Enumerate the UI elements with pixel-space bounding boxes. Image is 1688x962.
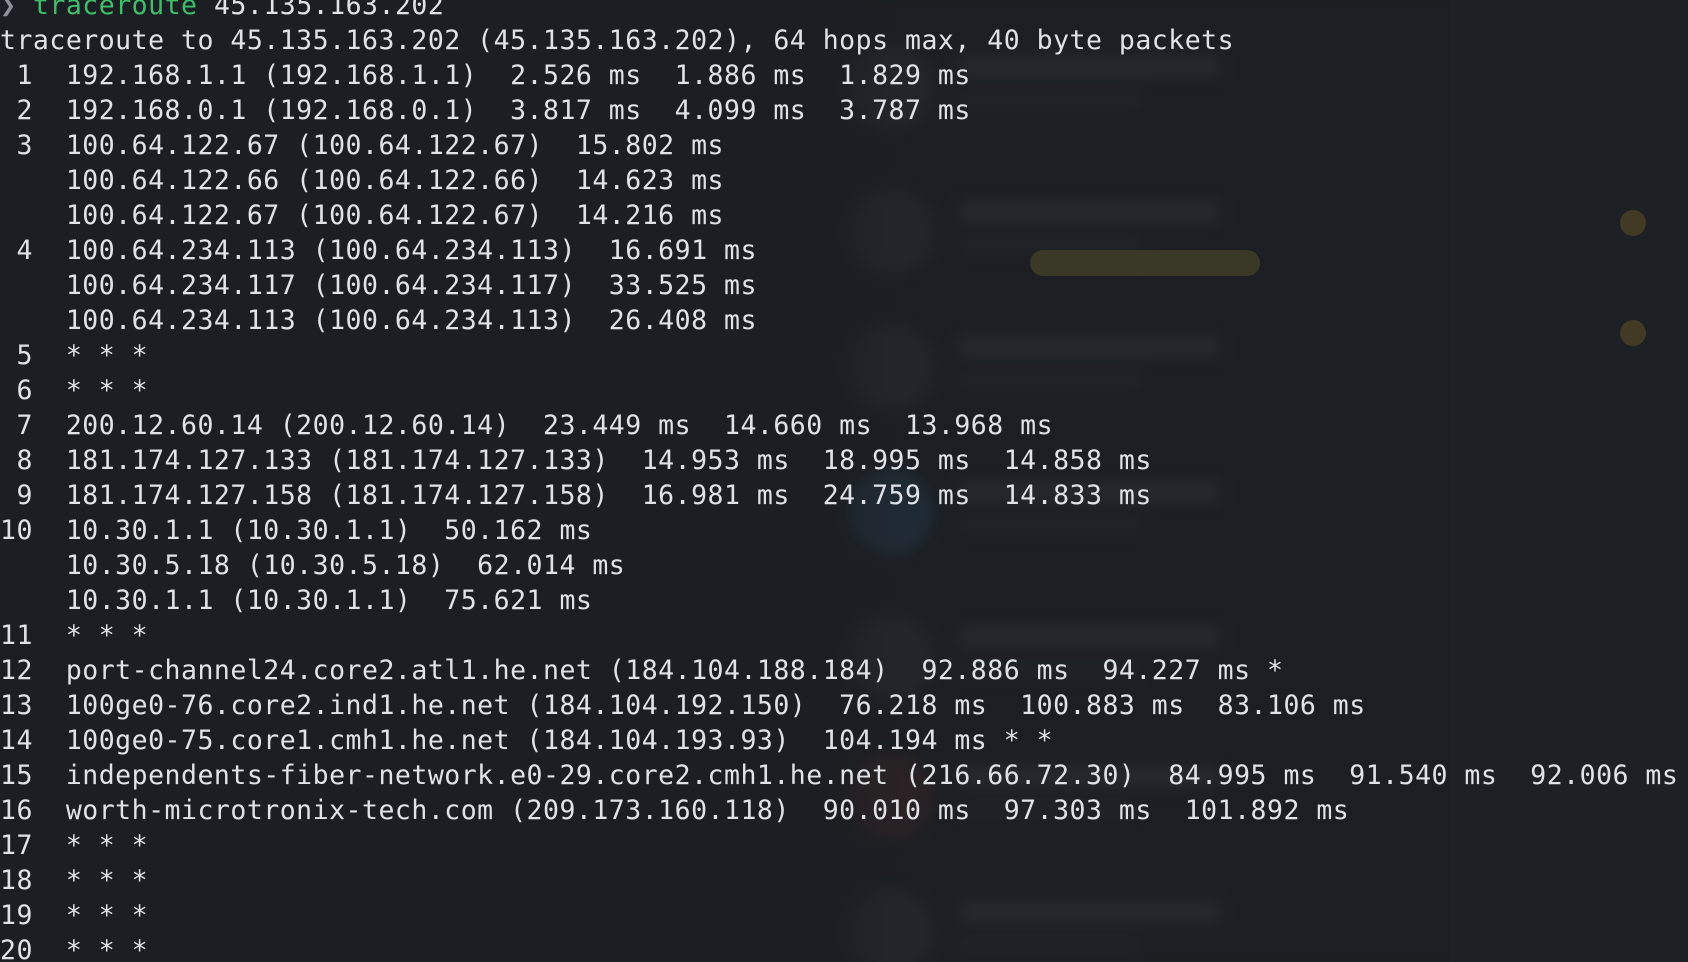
prompt-symbol: ❯ [0, 0, 17, 21]
traceroute-hop-line: 20 * * * [0, 935, 149, 962]
traceroute-hop-line: 17 * * * [0, 830, 149, 861]
traceroute-hop-line: 13 100ge0-76.core2.ind1.he.net (184.104.… [0, 690, 1366, 721]
traceroute-header-line: traceroute to 45.135.163.202 (45.135.163… [0, 25, 1235, 56]
traceroute-hop-line: 16 worth-microtronix-tech.com (209.173.1… [0, 795, 1350, 826]
traceroute-hop-line: 10 10.30.1.1 (10.30.1.1) 50.162 ms [0, 515, 593, 546]
traceroute-hop-line: 10.30.5.18 (10.30.5.18) 62.014 ms [0, 550, 626, 581]
traceroute-hop-line: 11 * * * [0, 620, 149, 651]
traceroute-hop-line: 14 100ge0-75.core1.cmh1.he.net (184.104.… [0, 725, 1054, 756]
traceroute-hop-line: 12 port-channel24.core2.atl1.he.net (184… [0, 655, 1284, 686]
traceroute-hop-line: 15 independents-fiber-network.e0-29.core… [0, 760, 1679, 791]
traceroute-hop-line: 4 100.64.234.113 (100.64.234.113) 16.691… [0, 235, 757, 266]
traceroute-hop-line: 10.30.1.1 (10.30.1.1) 75.621 ms [0, 585, 593, 616]
traceroute-hop-line: 100.64.234.113 (100.64.234.113) 26.408 m… [0, 305, 757, 336]
command-argument: 45.135.163.202 [213, 0, 445, 21]
traceroute-hop-line: 5 * * * [0, 340, 149, 371]
terminal-output: ❯ traceroute 45.135.163.202 traceroute to… [0, 0, 1678, 962]
command-name: traceroute [32, 0, 198, 21]
traceroute-hop-line: 19 * * * [0, 900, 149, 931]
traceroute-hop-line: 8 181.174.127.133 (181.174.127.133) 14.9… [0, 445, 1152, 476]
traceroute-hop-line: 18 * * * [0, 865, 149, 896]
traceroute-hop-line: 100.64.122.67 (100.64.122.67) 14.216 ms [0, 200, 724, 231]
prompt-line: ❯ traceroute 45.135.163.202 [0, 0, 1678, 23]
traceroute-hop-line: 100.64.234.117 (100.64.234.117) 33.525 m… [0, 270, 757, 301]
traceroute-hop-line: 100.64.122.66 (100.64.122.66) 14.623 ms [0, 165, 724, 196]
traceroute-hop-line: 1 192.168.1.1 (192.168.1.1) 2.526 ms 1.8… [0, 60, 971, 91]
traceroute-hop-line: 2 192.168.0.1 (192.168.0.1) 3.817 ms 4.0… [0, 95, 971, 126]
traceroute-output: traceroute to 45.135.163.202 (45.135.163… [0, 23, 1678, 962]
terminal-window[interactable]: ❯ traceroute 45.135.163.202 traceroute to… [0, 0, 1688, 962]
traceroute-hop-line: 9 181.174.127.158 (181.174.127.158) 16.9… [0, 480, 1152, 511]
screen: ❯ traceroute 45.135.163.202 traceroute to… [0, 0, 1688, 962]
traceroute-hop-line: 7 200.12.60.14 (200.12.60.14) 23.449 ms … [0, 410, 1054, 441]
traceroute-hop-line: 3 100.64.122.67 (100.64.122.67) 15.802 m… [0, 130, 724, 161]
traceroute-hop-line: 6 * * * [0, 375, 149, 406]
